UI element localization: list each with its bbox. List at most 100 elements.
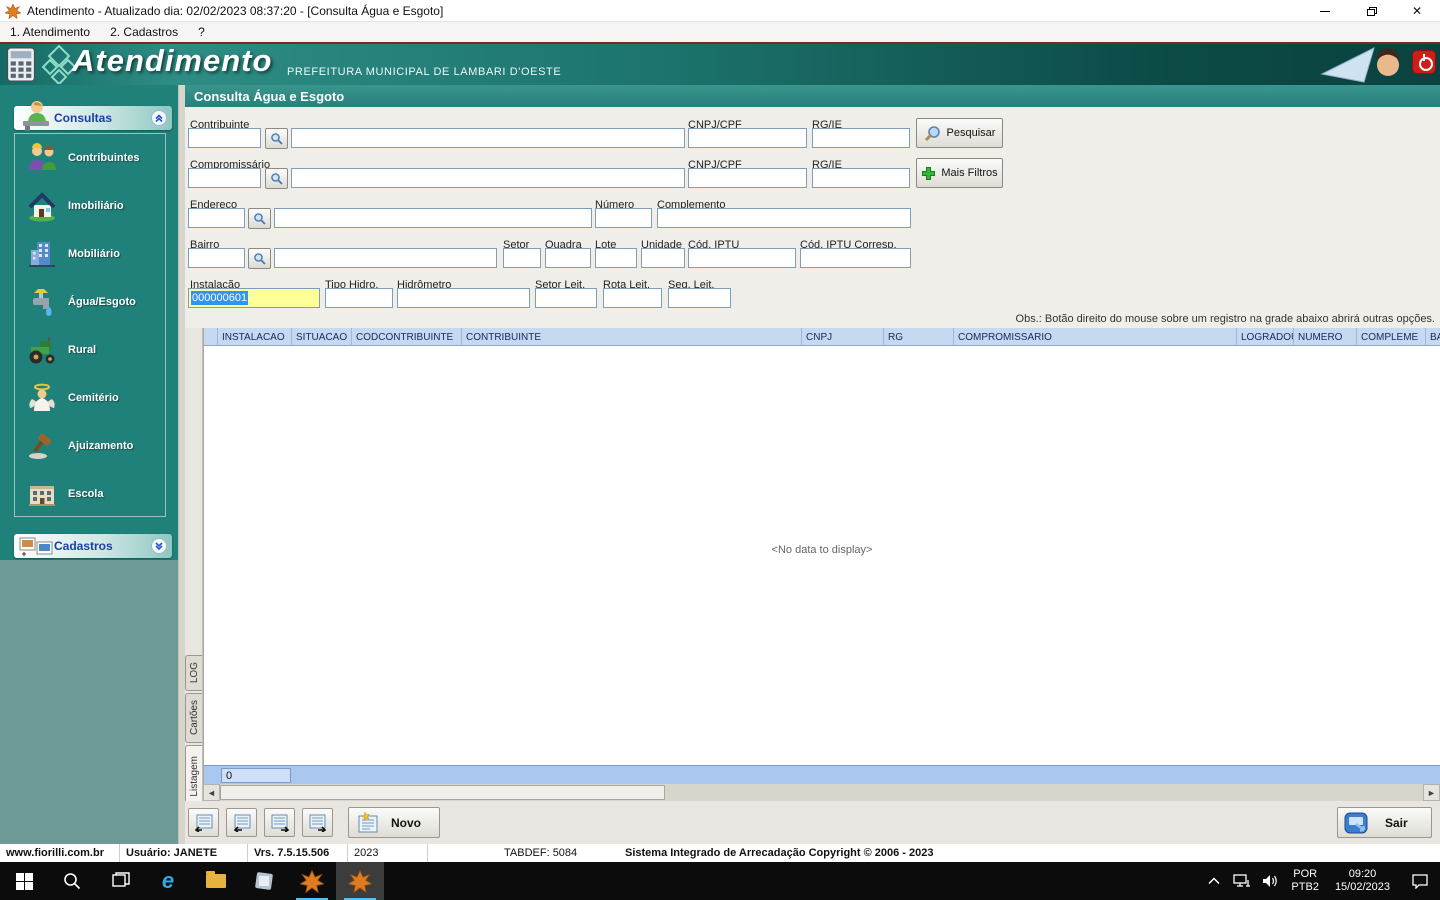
setor-input[interactable] [503,248,541,268]
column-header-numero[interactable]: NUMERO [1294,328,1357,346]
column-header-rg[interactable]: RG [884,328,954,346]
column-header-selector[interactable] [204,328,218,346]
tray-chevron-up-icon[interactable] [1201,862,1227,900]
cod-iptu-corresp-input[interactable] [800,248,911,268]
rota-leit-input[interactable] [603,288,662,308]
sidebar-item-imobiliario[interactable]: Imobiliário [15,182,165,230]
column-header-logradouro[interactable]: LOGRADOU [1237,328,1294,346]
next-record-button[interactable] [264,808,295,837]
contribuinte-name-input[interactable] [291,128,685,148]
column-header-cnpj[interactable]: CNPJ [802,328,884,346]
scroll-left-arrow[interactable]: ◄ [203,784,220,801]
collapse-button[interactable] [151,110,167,126]
column-header-instalacao[interactable]: INSTALACAO [218,328,292,346]
calculator-icon [7,47,35,82]
sidebar-item-mobiliario[interactable]: Mobiliário [15,230,165,278]
sidebar-item-rural[interactable]: Rural [15,326,165,374]
tipo-hidro-input[interactable] [325,288,393,308]
lote-input[interactable] [595,248,637,268]
menu-help[interactable]: ? [188,22,215,42]
minimize-button[interactable] [1302,0,1348,22]
sidebar-group-consultas[interactable]: Consultas [14,101,172,131]
contribuinte-search-button[interactable] [265,128,288,149]
taskbar-search-button[interactable] [48,862,96,900]
maximize-button[interactable] [1348,0,1394,22]
contribuinte-code-input[interactable] [188,128,261,148]
tab-log[interactable]: LOG [185,655,202,691]
bairro-code-input[interactable] [188,248,245,268]
compromissario-search-button[interactable] [265,168,288,189]
horizontal-scrollbar[interactable]: ◄ ► [203,784,1440,801]
complemento-input[interactable] [657,208,911,228]
power-icon[interactable] [1412,50,1436,74]
clock[interactable]: 09:20 15/02/2023 [1327,868,1398,894]
last-record-button[interactable] [302,808,333,837]
column-header-contribuinte[interactable]: CONTRIBUINTE [462,328,802,346]
compromissario-name-input[interactable] [291,168,685,188]
endereco-name-input[interactable] [274,208,592,228]
endereco-search-button[interactable] [248,208,271,229]
column-header-codcontribuinte[interactable]: CODCONTRIBUINTE [352,328,462,346]
expand-button[interactable] [151,538,167,554]
contribuinte-cnpj-input[interactable] [688,128,807,148]
task-view-button[interactable] [96,862,144,900]
sidebar-item-contribuintes[interactable]: Contribuintes [15,134,165,182]
column-header-bairro[interactable]: BA [1426,328,1440,346]
scroll-thumb[interactable] [220,785,665,800]
contribuinte-rg-input[interactable] [812,128,910,148]
unidade-input[interactable] [641,248,685,268]
bairro-name-input[interactable] [274,248,497,268]
taskbar-explorer-button[interactable] [192,862,240,900]
cod-iptu-input[interactable] [688,248,796,268]
compromissario-cnpj-input[interactable] [688,168,807,188]
language-code: POR [1293,868,1318,880]
column-header-complemento[interactable]: COMPLEME [1357,328,1426,346]
taskbar-atendimento-button[interactable] [336,862,384,900]
notification-center-button[interactable] [1400,862,1440,900]
pesquisar-button[interactable]: Pesquisar [916,118,1003,148]
language-indicator[interactable]: POR PTB2 [1285,868,1325,894]
restore-icon [1366,7,1377,16]
first-record-button[interactable] [188,808,219,837]
column-header-situacao[interactable]: SITUACAO [292,328,352,346]
network-icon[interactable] [1229,862,1255,900]
mais-filtros-button[interactable]: Mais Filtros [916,158,1003,188]
start-button[interactable] [0,862,48,900]
sidebar-item-escola[interactable]: Escola [15,470,165,518]
sidebar-splitter[interactable] [178,85,185,844]
new-document-icon [358,810,378,832]
novo-button[interactable]: Novo [348,807,440,838]
taskbar-app-button[interactable] [240,862,288,900]
sair-button[interactable]: Sair [1337,807,1432,838]
taskbar-ie-button[interactable]: e [144,862,192,900]
tab-cartoes[interactable]: Cartões [185,693,202,743]
compromissario-rg-input[interactable] [812,168,910,188]
brand-illustration [1320,47,1399,83]
taskbar-fiorilli-button[interactable] [288,862,336,900]
volume-icon[interactable] [1257,862,1283,900]
tab-listagem[interactable]: Listagem [185,745,202,807]
instalacao-input[interactable]: 000000601 [188,288,320,308]
setor-leit-input[interactable] [535,288,597,308]
scroll-right-arrow[interactable]: ► [1423,784,1440,801]
sidebar-group-cadastros[interactable]: Cadastros [14,534,172,558]
quadra-input[interactable] [545,248,591,268]
status-site[interactable]: www.fiorilli.com.br [0,844,120,862]
close-button[interactable]: ✕ [1394,0,1440,22]
sidebar-item-cemiterio[interactable]: Cemitério [15,374,165,422]
hidrometro-input[interactable] [397,288,530,308]
novo-label: Novo [391,815,421,830]
seq-leit-input[interactable] [668,288,731,308]
school-icon [29,486,55,506]
bairro-search-button[interactable] [248,248,271,269]
column-header-compromissario[interactable]: COMPROMISSARIO [954,328,1237,346]
menu-cadastros[interactable]: 2. Cadastros [100,22,188,42]
numero-input[interactable] [595,208,652,228]
prior-record-button[interactable] [226,808,257,837]
endereco-code-input[interactable] [188,208,245,228]
building-icon [29,242,55,267]
sidebar-item-agua-esgoto[interactable]: Água/Esgoto [15,278,165,326]
sidebar-item-ajuizamento[interactable]: Ajuizamento [15,422,165,470]
compromissario-code-input[interactable] [188,168,261,188]
menu-atendimento[interactable]: 1. Atendimento [0,22,100,42]
